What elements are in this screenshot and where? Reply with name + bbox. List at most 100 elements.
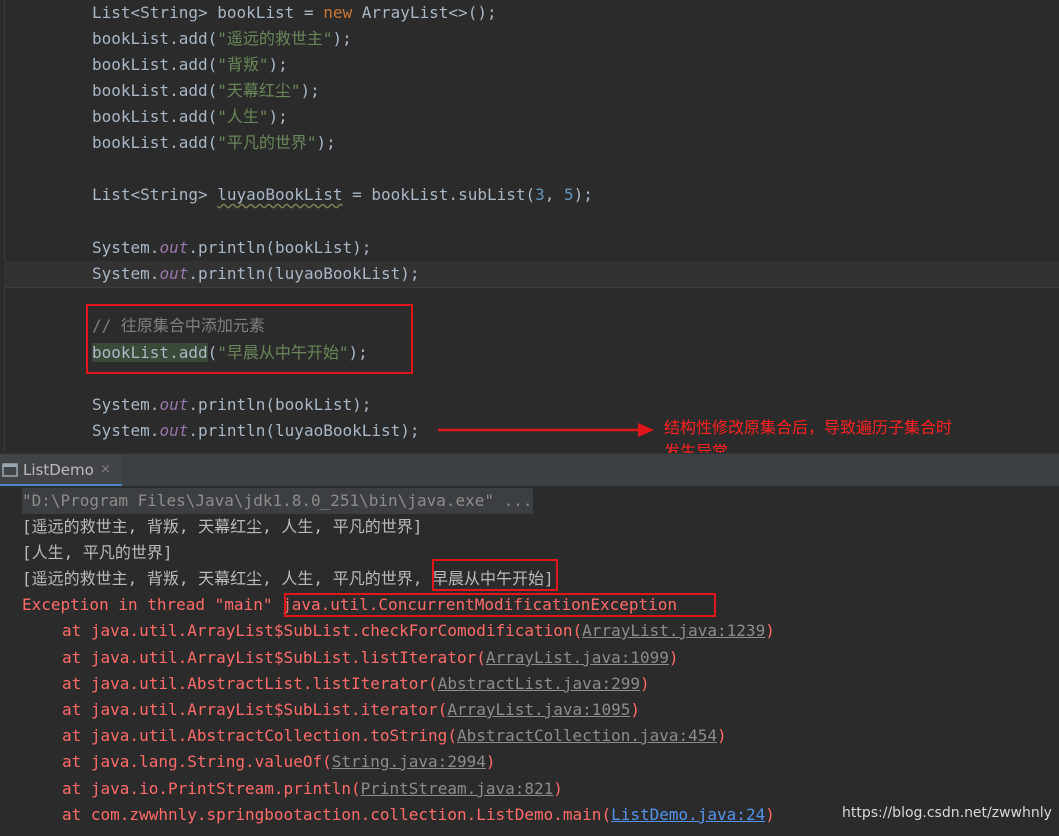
code-line-1[interactable]: List<String> bookList = new ArrayList<>(… — [92, 0, 497, 26]
console-icon — [2, 463, 18, 477]
code-line-3[interactable]: bookList.add("背叛"); — [92, 52, 288, 78]
source-link[interactable]: ArrayList.java:1095 — [447, 700, 630, 719]
gutter-divider — [4, 0, 5, 453]
console-command-line: "D:\Program Files\Java\jdk1.8.0_251\bin\… — [22, 488, 533, 514]
code-text: .println(luyaoBookList); — [188, 264, 420, 283]
code-text: .println(bookList); — [188, 395, 372, 414]
static-field: out — [159, 264, 189, 283]
code-line-7[interactable]: List<String> luyaoBookList = bookList.su… — [92, 182, 593, 208]
static-field: out — [159, 421, 189, 440]
console-output-line: [遥远的救世主, 背叛, 天幕红尘, 人生, 平凡的世界] — [22, 517, 423, 536]
console-output-line: [人生, 平凡的世界] — [22, 543, 173, 562]
code-line-13[interactable]: System.out.println(luyaoBookList); — [92, 418, 420, 444]
trace-text: at java.util.ArrayList$SubList.listItera… — [62, 648, 486, 667]
trace-text: ) — [553, 779, 563, 798]
highlight-box-add-element — [86, 304, 413, 374]
static-field: out — [159, 238, 189, 257]
code-line-9[interactable]: System.out.println(luyaoBookList); — [92, 261, 420, 287]
code-line-5[interactable]: bookList.add("人生"); — [92, 104, 288, 130]
annotation-arrow-icon — [438, 423, 654, 437]
code-text: System. — [92, 264, 160, 283]
code-line-12[interactable]: System.out.println(bookList); — [92, 392, 371, 418]
trace-text: at com.zwwhnly.springbootaction.collecti… — [62, 805, 612, 824]
code-text: = bookList.subList( — [342, 185, 536, 204]
highlight-box-exception — [284, 593, 716, 617]
trace-text: at java.util.ArrayList$SubList.iterator( — [62, 700, 448, 719]
code-text: ); — [268, 55, 288, 74]
string-literal: "平凡的世界" — [217, 133, 317, 152]
code-editor[interactable]: List<String> bookList = new ArrayList<>(… — [0, 0, 1059, 453]
trace-text: ) — [765, 621, 775, 640]
trace-text: ) — [717, 726, 727, 745]
stack-trace-line: at com.zwwhnly.springbootaction.collecti… — [62, 802, 775, 828]
method-separator — [4, 287, 1059, 288]
trace-text: ) — [668, 648, 679, 667]
stack-trace-line: at java.lang.String.valueOf(String.java:… — [62, 749, 495, 775]
string-literal: "遥远的救世主" — [217, 29, 333, 48]
exception-prefix: Exception in thread "main" — [22, 595, 283, 614]
code-text: ); — [300, 81, 320, 100]
stack-trace-line: at java.util.ArrayList$SubList.iterator(… — [62, 697, 640, 723]
source-link[interactable]: ListDemo.java:24 — [611, 805, 765, 824]
tab-listdemo[interactable]: ListDemo × — [0, 454, 122, 487]
source-link[interactable]: AbstractList.java:299 — [438, 674, 640, 693]
code-text: System. — [92, 421, 160, 440]
stack-trace-line: at java.util.AbstractList.listIterator(A… — [62, 671, 650, 697]
code-text: bookList.add( — [92, 133, 218, 152]
trace-text: ) — [485, 752, 496, 771]
code-line-4[interactable]: bookList.add("天幕红尘"); — [92, 78, 320, 104]
keyword-new: new — [323, 3, 353, 22]
code-text: ); — [573, 185, 593, 204]
code-text: .println(bookList); — [188, 238, 372, 257]
tab-label: ListDemo — [23, 461, 94, 479]
stack-trace-line: at java.util.AbstractCollection.toString… — [62, 723, 727, 749]
trace-text: ) — [630, 700, 640, 719]
trace-text: ) — [765, 805, 775, 824]
run-console-output[interactable]: "D:\Program Files\Java\jdk1.8.0_251\bin\… — [0, 486, 1059, 836]
stack-trace-line: at java.util.ArrayList$SubList.listItera… — [62, 645, 679, 671]
code-text: ); — [268, 107, 288, 126]
code-text: bookList.add( — [92, 81, 218, 100]
annotation-note: 结构性修改原集合后，导致遍历子集合时 发生异常 — [664, 416, 1024, 453]
console-text: [遥远的救世主, 背叛, 天幕红尘, 人生, 平凡的世界, — [22, 569, 432, 588]
code-text: System. — [92, 395, 160, 414]
code-text: .println(luyaoBookList); — [188, 421, 420, 440]
source-link[interactable]: AbstractCollection.java:454 — [457, 726, 717, 745]
highlight-box-added-element — [432, 559, 558, 591]
code-line-8[interactable]: System.out.println(bookList); — [92, 235, 371, 261]
code-text: bookList.add( — [92, 55, 218, 74]
code-text: ); — [332, 29, 352, 48]
string-literal: "人生" — [217, 107, 269, 126]
number-literal: 3 — [535, 185, 545, 204]
trace-text: at java.util.AbstractList.listIterator( — [62, 674, 438, 693]
trace-text: at java.io.PrintStream.println( — [62, 779, 361, 798]
close-icon[interactable]: × — [100, 454, 111, 486]
code-text: List<String> bookList = — [92, 3, 324, 22]
code-text: , — [544, 185, 565, 204]
code-line-6[interactable]: bookList.add("平凡的世界"); — [92, 130, 336, 156]
source-link[interactable]: String.java:2994 — [332, 752, 486, 771]
code-line-2[interactable]: bookList.add("遥远的救世主"); — [92, 26, 352, 52]
source-link[interactable]: PrintStream.java:821 — [361, 779, 554, 798]
stack-trace-line: at java.io.PrintStream.println(PrintStre… — [62, 776, 563, 802]
string-literal: "天幕红尘" — [217, 81, 301, 100]
code-text: bookList.add( — [92, 29, 218, 48]
watermark: https://blog.csdn.net/zwwhnly — [842, 805, 1052, 821]
annotation-line-1: 结构性修改原集合后，导致遍历子集合时 — [664, 418, 953, 437]
code-text: ArrayList<>(); — [352, 3, 497, 22]
code-text: ); — [316, 133, 336, 152]
code-text: System. — [92, 238, 160, 257]
stack-trace-line: at java.util.ArrayList$SubList.checkForC… — [62, 618, 775, 644]
trace-text: at java.util.ArrayList$SubList.checkForC… — [62, 621, 583, 640]
trace-text: ) — [639, 674, 650, 693]
source-link[interactable]: ArrayList.java:1099 — [486, 648, 669, 667]
code-text: bookList.add( — [92, 107, 218, 126]
source-link[interactable]: ArrayList.java:1239 — [582, 621, 765, 640]
annotation-line-2: 发生异常 — [664, 442, 729, 453]
trace-text: at java.util.AbstractCollection.toString… — [62, 726, 457, 745]
trace-text: at java.lang.String.valueOf( — [62, 752, 332, 771]
variable-name: luyaoBookList — [217, 185, 343, 204]
number-literal: 5 — [564, 185, 574, 204]
code-text: List<String> — [92, 185, 218, 204]
string-literal: "背叛" — [217, 55, 269, 74]
